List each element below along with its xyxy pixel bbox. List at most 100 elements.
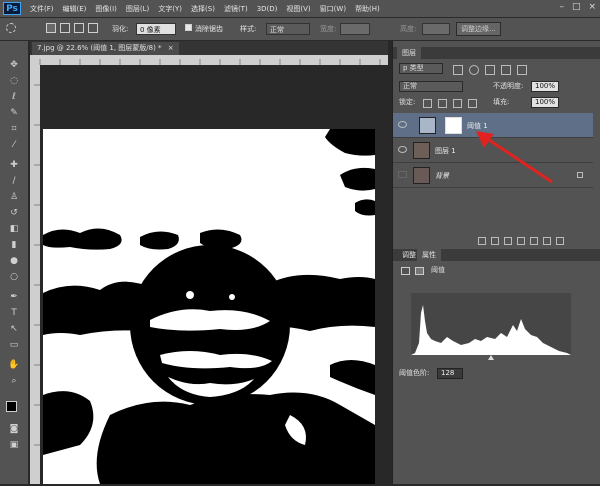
eyedropper-tool-icon[interactable]: ⁄ <box>8 139 20 151</box>
dodge-tool-icon[interactable]: ○ <box>8 271 20 283</box>
fx-icon[interactable] <box>491 237 499 245</box>
width-input[interactable] <box>340 23 370 35</box>
layer-name[interactable]: 图层 1 <box>435 146 456 156</box>
antialias-checkbox[interactable] <box>185 24 192 31</box>
mask-properties-icon[interactable] <box>415 267 424 275</box>
filter-shape-icon[interactable] <box>501 65 511 75</box>
antialias-label: 消除锯齿 <box>195 25 223 33</box>
add-mask-icon[interactable] <box>504 237 512 245</box>
adjustment-layer-button-icon[interactable] <box>517 237 525 245</box>
menu-select[interactable]: 选择(S) <box>191 4 215 14</box>
zoom-tool-icon[interactable]: ⌕ <box>8 375 20 387</box>
menu-filter[interactable]: 滤镜(T) <box>224 4 248 14</box>
tab-layers[interactable]: 图层 <box>397 47 421 59</box>
blur-tool-icon[interactable]: ● <box>8 255 20 267</box>
minimize-icon[interactable]: – <box>559 2 564 12</box>
hand-tool-icon[interactable]: ✋ <box>8 359 20 371</box>
history-brush-tool-icon[interactable]: ↺ <box>8 207 20 219</box>
filter-smart-object-icon[interactable] <box>517 65 527 75</box>
subtract-selection-icon[interactable] <box>74 23 84 33</box>
rectangle-tool-icon[interactable]: ▭ <box>8 339 20 351</box>
visibility-eye-icon[interactable] <box>398 121 407 128</box>
marquee-tool-icon[interactable]: ◌ <box>8 75 20 87</box>
type-tool-icon[interactable]: T <box>8 307 20 319</box>
tools-panel: ✥ ◌ ℓ ✎ ⌗ ⁄ ✚ ∕ ♙ ↺ ◧ ▮ ● ○ ✒ T ↖ ▭ ✋ ⌕ … <box>0 41 29 484</box>
blend-mode-select[interactable]: 正常 <box>399 81 463 92</box>
menu-layer[interactable]: 图层(L) <box>126 4 149 14</box>
new-layer-icon[interactable] <box>543 237 551 245</box>
visibility-checkbox[interactable] <box>398 171 407 178</box>
foreground-color-swatch[interactable] <box>6 401 17 412</box>
lock-all-icon[interactable] <box>468 99 477 108</box>
crop-tool-icon[interactable]: ⌗ <box>8 123 20 135</box>
add-selection-icon[interactable] <box>60 23 70 33</box>
quick-mask-icon[interactable]: ◙ <box>8 423 20 435</box>
menu-file[interactable]: 文件(F) <box>30 4 54 14</box>
pen-tool-icon[interactable]: ✒ <box>8 291 20 303</box>
layer-thumbnail <box>413 142 430 159</box>
close-icon[interactable]: × <box>588 2 596 12</box>
healing-brush-tool-icon[interactable]: ✚ <box>8 159 20 171</box>
canvas-workspace[interactable] <box>40 65 388 484</box>
threshold-level-input[interactable]: 128 <box>437 368 463 379</box>
filter-pixel-icon[interactable] <box>453 65 463 75</box>
threshold-slider-handle[interactable] <box>488 355 494 360</box>
move-tool-icon[interactable]: ✥ <box>8 59 20 71</box>
lock-icons <box>423 99 477 108</box>
menu-bar: Ps 文件(F) 编辑(E) 图像(I) 图层(L) 文字(Y) 选择(S) 滤… <box>0 0 600 18</box>
menu-window[interactable]: 窗口(W) <box>320 4 346 14</box>
refine-edge-button[interactable]: 调整边缘... <box>456 22 501 36</box>
fill-input[interactable]: 100% <box>531 97 559 108</box>
layers-panel-header: 图层 <box>393 47 600 59</box>
menu-image[interactable]: 图像(I) <box>95 4 117 14</box>
menu-view[interactable]: 视图(V) <box>286 4 310 14</box>
lock-image-icon[interactable] <box>438 99 447 108</box>
link-layers-icon[interactable] <box>478 237 486 245</box>
new-selection-icon[interactable] <box>46 23 56 33</box>
menu-type[interactable]: 文字(Y) <box>158 4 182 14</box>
lock-position-icon[interactable] <box>453 99 462 108</box>
path-selection-tool-icon[interactable]: ↖ <box>8 323 20 335</box>
adjustment-name: 阈值 <box>431 266 445 274</box>
tab-properties[interactable]: 属性 <box>417 249 441 261</box>
lasso-tool-icon[interactable]: ℓ <box>8 91 20 103</box>
layer-mask-thumbnail[interactable] <box>445 117 462 134</box>
clone-stamp-tool-icon[interactable]: ♙ <box>8 191 20 203</box>
quick-selection-tool-icon[interactable]: ✎ <box>8 107 20 119</box>
menu-3d[interactable]: 3D(D) <box>257 5 278 13</box>
document-tab[interactable]: 7.jpg @ 22.6% (阈值 1, 图层蒙版/8) * × <box>32 42 179 55</box>
style-select[interactable]: 正常 <box>266 23 310 35</box>
layer-filter-select[interactable]: p 类型 <box>399 63 443 74</box>
photoshop-logo: Ps <box>3 2 21 15</box>
feather-label: 羽化: <box>112 25 129 33</box>
style-label: 样式: <box>240 25 257 33</box>
brush-tool-icon[interactable]: ∕ <box>8 175 20 187</box>
screen-mode-icon[interactable]: ▣ <box>8 439 20 451</box>
elliptical-marquee-icon[interactable] <box>6 23 16 33</box>
close-tab-icon[interactable]: × <box>168 44 174 52</box>
gradient-tool-icon[interactable]: ▮ <box>8 239 20 251</box>
trash-icon[interactable] <box>556 237 564 245</box>
intersect-selection-icon[interactable] <box>88 23 98 33</box>
lock-transparent-icon[interactable] <box>423 99 432 108</box>
layer-name[interactable]: 背景 <box>435 171 449 181</box>
eraser-tool-icon[interactable]: ◧ <box>8 223 20 235</box>
new-group-icon[interactable] <box>530 237 538 245</box>
maximize-icon[interactable]: □ <box>572 2 581 12</box>
adjustment-layer-icon <box>419 117 436 134</box>
layer-filter-icons <box>453 65 527 75</box>
horizontal-ruler <box>30 55 388 65</box>
opacity-input[interactable]: 100% <box>531 81 559 92</box>
width-label: 宽度: <box>320 25 337 33</box>
layers-panel-footer <box>478 237 564 245</box>
threshold-level-label: 阈值色阶: <box>399 369 430 377</box>
visibility-eye-icon[interactable] <box>398 146 407 153</box>
filter-type-icon[interactable] <box>485 65 495 75</box>
threshold-image <box>43 129 375 484</box>
document-tab-title: 7.jpg @ 22.6% (阈值 1, 图层蒙版/8) * <box>37 44 162 52</box>
menu-edit[interactable]: 编辑(E) <box>63 4 87 14</box>
filter-adjustment-icon[interactable] <box>469 65 479 75</box>
height-input[interactable] <box>422 23 450 35</box>
feather-input[interactable]: 0 像素 <box>136 23 176 35</box>
menu-help[interactable]: 帮助(H) <box>355 4 380 14</box>
